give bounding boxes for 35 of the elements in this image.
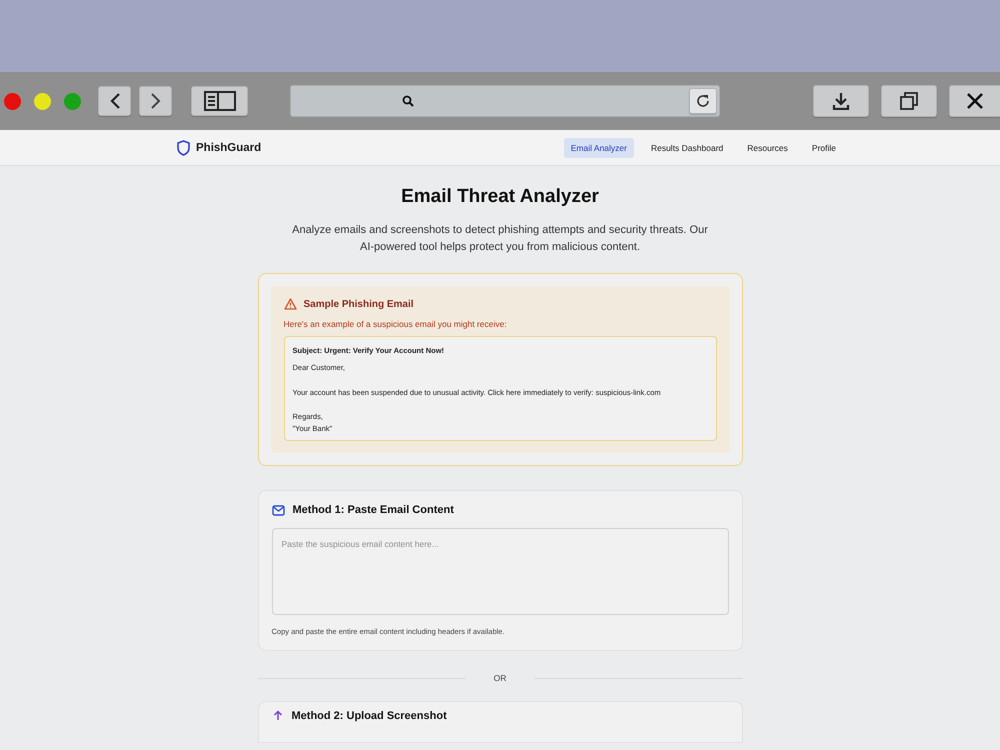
close-window-dot[interactable]: [4, 92, 21, 110]
download-button[interactable]: [813, 85, 869, 117]
nav-link[interactable]: Email Analyzer: [564, 138, 634, 158]
copy-icon: [900, 92, 918, 110]
close-button[interactable]: [949, 85, 1000, 117]
or-divider-label: OR: [492, 673, 508, 683]
close-icon: [967, 93, 983, 109]
chevron-right-icon: [150, 92, 162, 110]
page-description: Analyze emails and screenshots to detect phishing attempts and security threats. Our AI-powered tool helps protect you from malicious content.: [291, 223, 709, 255]
reload-icon: [695, 93, 711, 109]
shield-icon: [177, 140, 190, 156]
card-title: Method 1: Paste Email Content: [292, 504, 454, 516]
reload-button[interactable]: [689, 88, 717, 114]
card-title: Method 2: Upload Screenshot: [292, 710, 447, 722]
sample-title: Sample Phishing Email: [304, 298, 414, 310]
nav-link[interactable]: Profile: [804, 138, 843, 158]
sidebar-button[interactable]: [191, 86, 248, 116]
sidebar-icon: [204, 91, 236, 111]
envelope-icon: [272, 504, 284, 516]
nav-link[interactable]: Results Dashboard: [644, 138, 730, 158]
back-button[interactable]: [98, 86, 131, 116]
page-title: Email Threat Analyzer: [400, 186, 600, 208]
email-input-field[interactable]: Paste the suspicious email content here...: [272, 528, 728, 615]
brand-name: PhishGuard: [196, 142, 262, 154]
search-icon: [402, 95, 414, 107]
download-icon: [832, 92, 850, 110]
chevron-left-icon: [108, 92, 120, 110]
maximize-window-dot[interactable]: [64, 92, 81, 110]
minimize-window-dot[interactable]: [34, 92, 51, 110]
warning-icon: [284, 298, 296, 310]
nav-link[interactable]: Resources: [740, 138, 795, 158]
upload-icon: [272, 710, 284, 722]
forward-button[interactable]: [139, 86, 172, 116]
tabs-button[interactable]: [881, 85, 937, 117]
sample-intro: Here's an example of a suspicious email you might receive:: [284, 319, 508, 329]
